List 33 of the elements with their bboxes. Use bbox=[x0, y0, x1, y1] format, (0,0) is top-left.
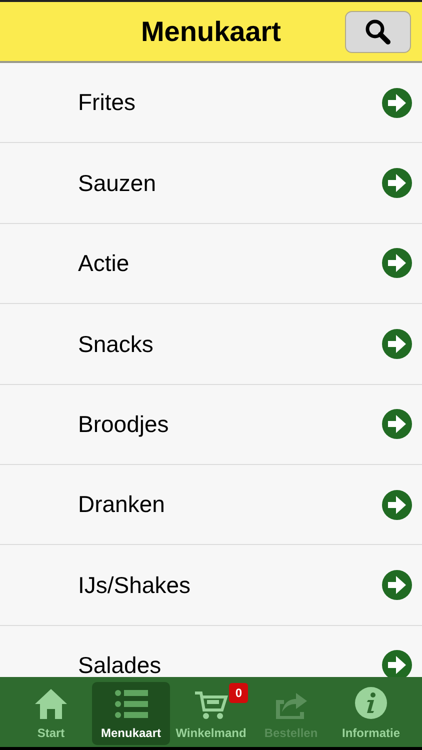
menu-row[interactable]: Frites bbox=[0, 63, 422, 144]
list-icon bbox=[114, 688, 148, 720]
arrow-right-icon bbox=[382, 328, 412, 359]
arrow-right-icon bbox=[382, 409, 412, 440]
info-icon bbox=[354, 686, 388, 720]
menu-label: Snacks bbox=[78, 330, 154, 359]
menu-label: Actie bbox=[78, 249, 130, 278]
tab[interactable]: Start bbox=[12, 682, 90, 745]
arrow-right-icon bbox=[382, 490, 412, 520]
arrow-right-icon bbox=[382, 88, 412, 118]
menu-row[interactable]: Broodjes bbox=[0, 384, 422, 465]
cart-count-badge: 0 bbox=[229, 683, 248, 703]
arrow-right-icon bbox=[382, 248, 412, 278]
tab[interactable]: Informatie bbox=[332, 682, 410, 745]
menu-label: Frites bbox=[78, 88, 136, 118]
menu-row[interactable]: Actie bbox=[0, 224, 422, 304]
arrow-right-icon bbox=[382, 168, 412, 198]
home-icon bbox=[34, 688, 68, 720]
menu-label: IJs/Shakes bbox=[78, 570, 192, 600]
menu-row[interactable]: Snacks bbox=[0, 304, 422, 385]
menu-label: Salades bbox=[78, 651, 162, 677]
tab[interactable]: Menukaart bbox=[92, 682, 170, 745]
search-button[interactable] bbox=[345, 11, 411, 53]
menu-row[interactable]: Dranken bbox=[0, 464, 422, 546]
menu-label: Dranken bbox=[78, 490, 166, 520]
page-title: Menukaart bbox=[140, 14, 282, 48]
menu-row[interactable]: Sauzen bbox=[0, 143, 422, 224]
menu-label: Broodjes bbox=[78, 410, 170, 439]
arrow-right-icon bbox=[382, 570, 412, 600]
search-icon bbox=[365, 19, 391, 45]
menu-row[interactable]: IJs/Shakes bbox=[0, 545, 422, 626]
tab[interactable]: Winkelmand 0 bbox=[172, 682, 250, 745]
menu-label: Sauzen bbox=[78, 168, 158, 198]
